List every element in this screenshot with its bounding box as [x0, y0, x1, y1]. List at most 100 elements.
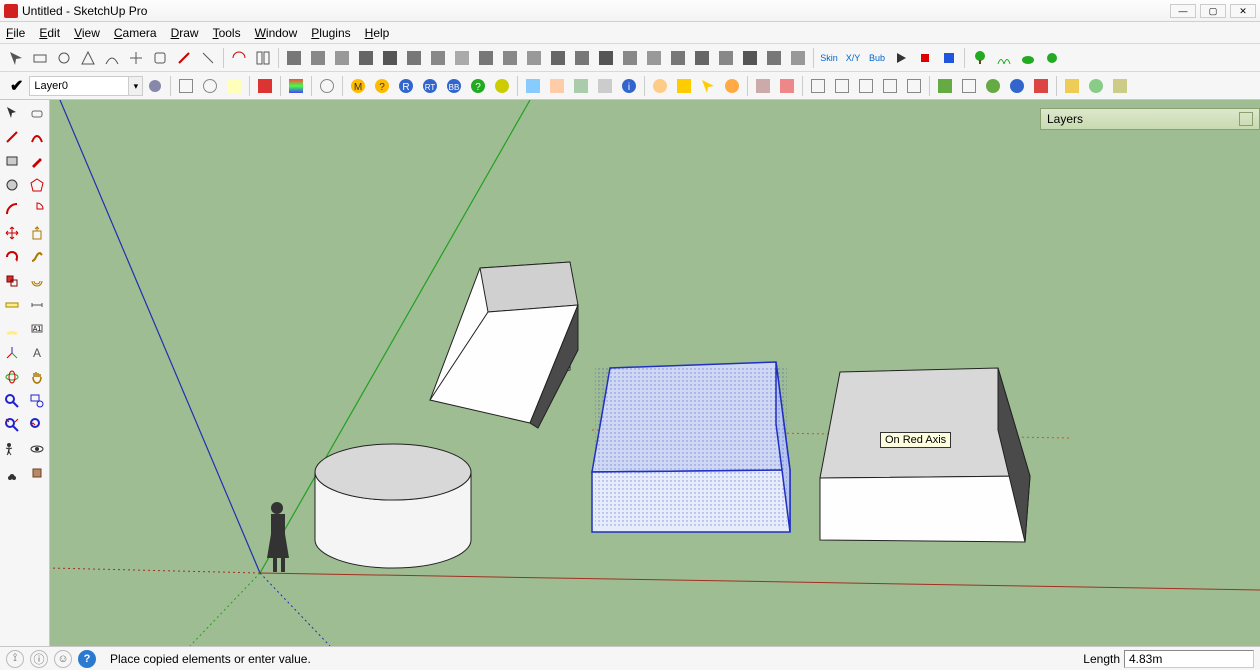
polygon-tool-icon[interactable]	[26, 174, 48, 196]
tool-30-icon[interactable]	[715, 47, 737, 69]
menu-help[interactable]: Help	[365, 26, 390, 40]
bb-badge-icon[interactable]: BB	[443, 75, 465, 97]
tb2-33-icon[interactable]	[1030, 75, 1052, 97]
tb2-32-icon[interactable]	[1006, 75, 1028, 97]
offset-tool-icon[interactable]	[26, 270, 48, 292]
eraser-tool-icon[interactable]	[26, 102, 48, 124]
tb2-16-icon[interactable]	[594, 75, 616, 97]
zoom-window-tool-icon[interactable]	[26, 390, 48, 412]
layers-panel[interactable]: Layers	[1040, 108, 1260, 130]
grass-icon[interactable]	[993, 47, 1015, 69]
select-tool-icon[interactable]	[1, 102, 23, 124]
menu-window[interactable]: Window	[255, 26, 298, 40]
tb2-29-icon[interactable]	[934, 75, 956, 97]
stop-icon[interactable]	[914, 47, 936, 69]
tb2-25-icon[interactable]	[831, 75, 853, 97]
minimize-button[interactable]: —	[1170, 4, 1196, 18]
tool-18-icon[interactable]	[427, 47, 449, 69]
tool-3-icon[interactable]	[53, 47, 75, 69]
tb2-3-icon[interactable]	[223, 75, 245, 97]
circle-tool-icon[interactable]	[1, 174, 23, 196]
xy-button[interactable]: X/Y	[842, 47, 864, 69]
tool-27-icon[interactable]	[643, 47, 665, 69]
geo-location-icon[interactable]: ⟟	[6, 650, 24, 668]
rotate-tool-icon[interactable]	[1, 246, 23, 268]
tool-17-icon[interactable]	[403, 47, 425, 69]
tb2-1-icon[interactable]	[175, 75, 197, 97]
tb2-36-icon[interactable]	[1109, 75, 1131, 97]
tool-13-icon[interactable]	[307, 47, 329, 69]
menu-draw[interactable]: Draw	[171, 26, 199, 40]
protractor-tool-icon[interactable]	[1, 318, 23, 340]
tb2-18-icon[interactable]	[649, 75, 671, 97]
tool-7-icon[interactable]	[149, 47, 171, 69]
tool-20-icon[interactable]	[475, 47, 497, 69]
m-badge-icon[interactable]: M	[347, 75, 369, 97]
tb2-28-icon[interactable]	[903, 75, 925, 97]
tool-21-icon[interactable]	[499, 47, 521, 69]
tb2-22-icon[interactable]	[752, 75, 774, 97]
tb2-34-icon[interactable]	[1061, 75, 1083, 97]
menu-camera[interactable]: Camera	[114, 26, 157, 40]
rt-badge-icon[interactable]: RT	[419, 75, 441, 97]
look-around-icon[interactable]	[26, 438, 48, 460]
bush-icon[interactable]	[1017, 47, 1039, 69]
tree-icon[interactable]	[969, 47, 991, 69]
tool-29-icon[interactable]	[691, 47, 713, 69]
maximize-button[interactable]: ▢	[1200, 4, 1226, 18]
tb2-26-icon[interactable]	[855, 75, 877, 97]
tool-26-icon[interactable]	[619, 47, 641, 69]
layers-panel-toggle-icon[interactable]	[1239, 112, 1253, 126]
rectangle-tool-icon[interactable]	[1, 150, 23, 172]
walk-tool-icon[interactable]	[1, 462, 23, 484]
tb2-23-icon[interactable]	[776, 75, 798, 97]
scale-tool-icon[interactable]	[1, 270, 23, 292]
tool-11-icon[interactable]	[252, 47, 274, 69]
axes-tool-icon[interactable]	[1, 342, 23, 364]
move-tool-icon[interactable]	[1, 222, 23, 244]
tb2-15-icon[interactable]	[570, 75, 592, 97]
bub-button[interactable]: Bub	[866, 47, 888, 69]
3d-viewport[interactable]: On Red Axis Layers	[50, 100, 1260, 646]
tb2-4-icon[interactable]	[254, 75, 276, 97]
help-icon[interactable]: ?	[78, 650, 96, 668]
tb2-19-icon[interactable]	[673, 75, 695, 97]
previous-view-icon[interactable]	[26, 414, 48, 436]
tb2-2-icon[interactable]	[199, 75, 221, 97]
layer-manager-icon[interactable]	[144, 75, 166, 97]
tb2-21-icon[interactable]	[721, 75, 743, 97]
tb2-31-icon[interactable]	[982, 75, 1004, 97]
dimension-tool-icon[interactable]	[26, 294, 48, 316]
pie-tool-icon[interactable]	[26, 198, 48, 220]
close-button[interactable]: ✕	[1230, 4, 1256, 18]
3dtext-tool-icon[interactable]: A	[26, 342, 48, 364]
length-value-box[interactable]: 4.83m	[1124, 650, 1254, 668]
tool-24-icon[interactable]	[571, 47, 593, 69]
tape-tool-icon[interactable]	[1, 294, 23, 316]
menu-view[interactable]: View	[74, 26, 100, 40]
pushpull-tool-icon[interactable]	[26, 222, 48, 244]
menu-edit[interactable]: Edit	[39, 26, 60, 40]
tool-4-icon[interactable]	[77, 47, 99, 69]
tool-28-icon[interactable]	[667, 47, 689, 69]
layer-visible-check-icon[interactable]: ✔	[10, 76, 23, 96]
tb2-17-icon[interactable]: i	[618, 75, 640, 97]
followme-tool-icon[interactable]	[26, 246, 48, 268]
tb2-20-icon[interactable]	[697, 75, 719, 97]
skin-button[interactable]: Skin	[818, 47, 840, 69]
tb2-27-icon[interactable]	[879, 75, 901, 97]
tool-23-icon[interactable]	[547, 47, 569, 69]
record-icon[interactable]	[938, 47, 960, 69]
tool-6-icon[interactable]	[125, 47, 147, 69]
tool-22-icon[interactable]	[523, 47, 545, 69]
play-icon[interactable]	[890, 47, 912, 69]
freehand-tool-icon[interactable]	[26, 126, 48, 148]
tool-12-icon[interactable]	[283, 47, 305, 69]
line-tool-icon[interactable]	[1, 126, 23, 148]
y-badge-icon[interactable]	[491, 75, 513, 97]
orbit-tool-icon[interactable]	[1, 366, 23, 388]
tool-16-icon[interactable]	[379, 47, 401, 69]
layer-dropdown-icon[interactable]: ▾	[129, 76, 143, 96]
tool-15-icon[interactable]	[355, 47, 377, 69]
zoom-tool-icon[interactable]	[1, 390, 23, 412]
